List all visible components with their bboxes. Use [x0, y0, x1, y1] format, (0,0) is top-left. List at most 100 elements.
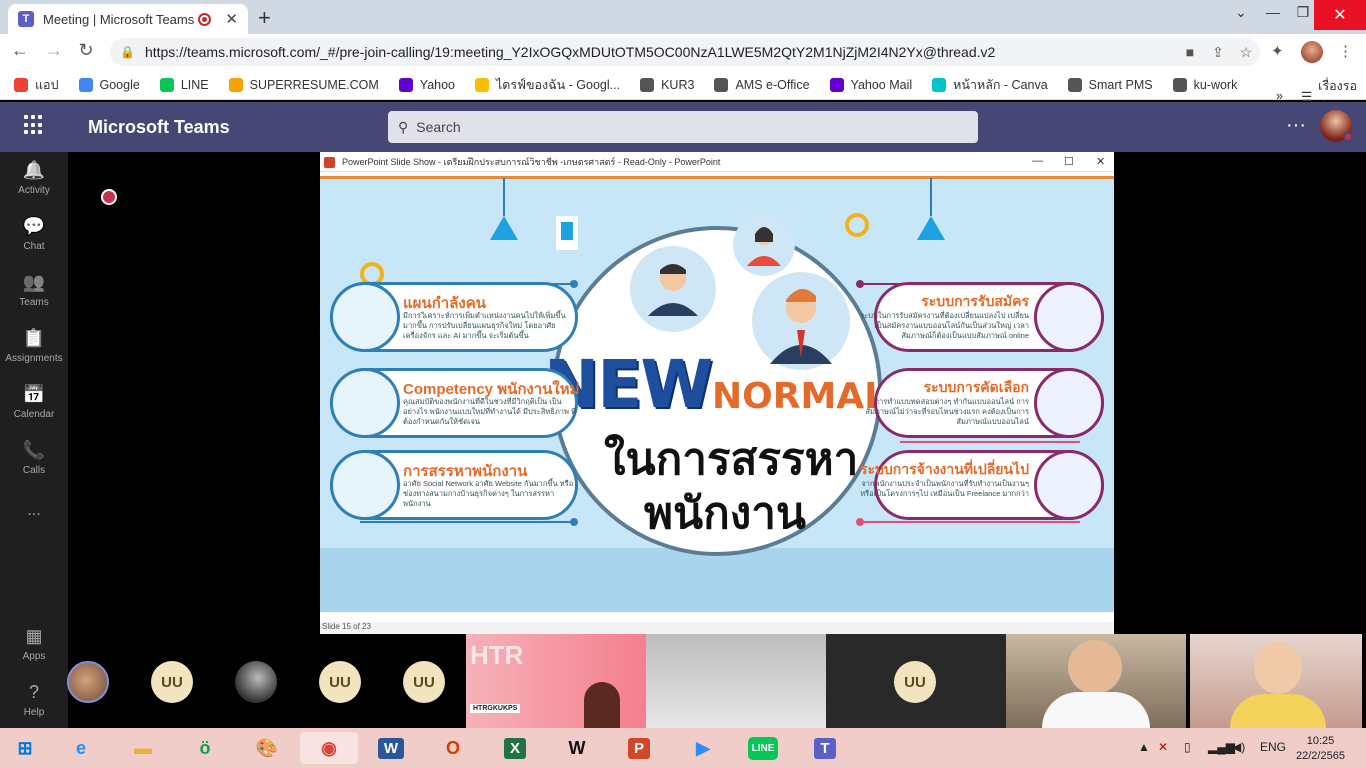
participant-avatar[interactable] [235, 661, 277, 703]
bookmark-item[interactable]: หน้าหลัก - Canva [932, 75, 1048, 95]
bookmark-item[interactable]: Yahoo Mail [829, 77, 912, 92]
rail-item-apps[interactable]: ▦ Apps [0, 626, 68, 662]
card-illustration [1034, 450, 1104, 520]
taskbar-line-green-button[interactable]: ö [186, 732, 224, 764]
participant-initials[interactable]: UU [151, 661, 193, 703]
taskbar-teams-button[interactable]: T [806, 732, 844, 764]
back-button[interactable]: ← [8, 40, 32, 61]
rail-item-calls[interactable]: 📞 Calls [0, 440, 68, 476]
rail-item-[interactable]: ... [0, 502, 68, 520]
taskbar-word-button[interactable]: W [372, 732, 410, 764]
address-bar[interactable]: 🔒 https://teams.microsoft.com/_#/pre-joi… [110, 38, 1260, 66]
bookmark-item[interactable]: LINE [159, 77, 209, 92]
bookmark-icon [228, 77, 243, 92]
rail-item-calendar[interactable]: 📅 Calendar [0, 384, 68, 420]
taskbar-explorer-button[interactable]: ▬ [124, 732, 162, 764]
ppt-close-icon[interactable]: ✕ [1096, 155, 1105, 168]
paint-icon: 🎨 [255, 737, 279, 758]
line-green-icon: ö [199, 737, 211, 758]
rail-item-assignments[interactable]: 📋 Assignments [0, 328, 68, 364]
bookmark-item[interactable]: ku-work [1172, 77, 1237, 92]
participant-avatar[interactable] [67, 661, 109, 703]
rail-label: Activity [18, 185, 50, 196]
rail-item-chat[interactable]: 💬 Chat [0, 216, 68, 252]
new-tab-button[interactable]: + [258, 5, 271, 31]
taskbar-powerpoint-button[interactable]: P [620, 732, 658, 764]
taskbar-office-button[interactable]: O [434, 732, 472, 764]
participant-video-share[interactable]: HTR HTRGKUKPS [466, 634, 646, 728]
tray-expand-icon[interactable]: ▲ [1138, 740, 1150, 754]
taskbar-excel-button[interactable]: X [496, 732, 534, 764]
card-illustration [1034, 368, 1104, 438]
bookmark-star-icon[interactable]: ☆ [1232, 44, 1260, 61]
participant-initials[interactable]: UU [319, 661, 361, 703]
bookmark-item[interactable]: Yahoo [398, 77, 455, 92]
bookmark-item[interactable]: แอป [14, 75, 59, 95]
participant-video[interactable] [1190, 634, 1362, 728]
lock-icon[interactable]: 🔒 [120, 45, 135, 59]
signal-icon[interactable]: ▂▄▆ [1208, 740, 1235, 754]
bookmark-item[interactable]: SUPERRESUME.COM [228, 77, 379, 92]
url-text[interactable]: https://teams.microsoft.com/_#/pre-join-… [145, 44, 1176, 60]
taskbar-webex-button[interactable]: W [558, 732, 596, 764]
rail-item-teams[interactable]: 👥 Teams [0, 272, 68, 308]
more-options-icon[interactable]: ··· [1286, 114, 1306, 137]
system-clock[interactable]: 10:25 22/2/2565 [1296, 734, 1345, 764]
taskbar-paint-button[interactable]: 🎨 [248, 732, 286, 764]
rail-item-help[interactable]: ? Help [0, 682, 68, 718]
participant-video[interactable] [646, 634, 826, 728]
browser-tab[interactable]: T Meeting | Microsoft Teams ✕ [8, 4, 248, 34]
extensions-icon[interactable]: ✦ [1271, 42, 1284, 60]
language-indicator[interactable]: ENG [1260, 740, 1286, 754]
bookmark-item[interactable]: Google [78, 77, 140, 92]
taskbar-start-button[interactable]: ⊞ [6, 732, 44, 764]
rail-item-activity[interactable]: 🔔 Activity [0, 160, 68, 196]
close-tab-icon[interactable]: ✕ [225, 10, 238, 28]
search-input[interactable]: ⚲ Search [388, 111, 978, 143]
card-illustration [330, 450, 400, 520]
slide-left-card: แผนกำลังคน มีการวิเคราะห์การเพิ่มตำแหน่งง… [330, 282, 578, 352]
bookmarks-more-icon[interactable]: » [1276, 89, 1283, 103]
participant-initials[interactable]: UU [894, 661, 936, 703]
presence-busy-icon [1343, 132, 1353, 142]
zoom-icon: ▶ [696, 737, 710, 758]
rail-label: Calendar [13, 409, 55, 420]
forward-button[interactable]: → [42, 40, 66, 61]
taskbar-zoom-button[interactable]: ▶ [684, 732, 722, 764]
bookmark-label: SUPERRESUME.COM [249, 77, 379, 92]
bookmark-item[interactable]: ไดรฟ์ของฉัน - Googl... [475, 75, 620, 95]
camera-icon[interactable]: ■ [1176, 44, 1204, 60]
search-placeholder: Search [416, 119, 461, 135]
chrome-menu-icon[interactable]: ⋮ [1338, 42, 1353, 60]
network-warning-icon[interactable]: ✕ [1158, 740, 1168, 754]
app-launcher-icon[interactable] [24, 115, 44, 135]
minimize-button[interactable]: — [1258, 4, 1288, 20]
taskbar-line-button[interactable]: LINE [744, 732, 782, 764]
reload-button[interactable]: ↻ [74, 40, 98, 61]
ppt-maximize-icon[interactable]: ☐ [1064, 155, 1074, 168]
tab-search-icon[interactable]: ⌄ [1226, 4, 1256, 21]
taskbar-chrome-button[interactable]: ◉ [300, 732, 358, 764]
bookmark-label: ไดรฟ์ของฉัน - Googl... [496, 77, 621, 92]
participant-initials[interactable]: UU [403, 661, 445, 703]
assignments-icon: 📋 [22, 328, 46, 348]
bookmark-item[interactable]: AMS e-Office [714, 77, 810, 92]
search-icon: ⚲ [398, 118, 409, 135]
profile-avatar[interactable] [1301, 41, 1323, 63]
participant-video[interactable] [1006, 634, 1186, 728]
user-avatar[interactable] [1320, 110, 1353, 142]
tab-title: Meeting | Microsoft Teams [43, 11, 195, 27]
battery-icon[interactable]: ▯ [1184, 740, 1191, 754]
clock-date: 22/2/2565 [1296, 750, 1345, 762]
taskbar-ie-button[interactable]: e [62, 732, 100, 764]
ppt-minimize-icon[interactable]: — [1032, 155, 1043, 167]
bookmark-label: แอป [35, 77, 59, 92]
volume-icon[interactable]: ◀) [1232, 740, 1245, 754]
close-window-button[interactable]: ✕ [1314, 0, 1366, 30]
bookmark-item[interactable]: Smart PMS [1067, 77, 1153, 92]
card-illustration [330, 368, 400, 438]
calls-icon: 📞 [22, 440, 46, 460]
explorer-icon: ▬ [134, 737, 152, 758]
share-icon[interactable]: ⇪ [1204, 44, 1232, 61]
bookmark-item[interactable]: KUR3 [640, 77, 694, 92]
